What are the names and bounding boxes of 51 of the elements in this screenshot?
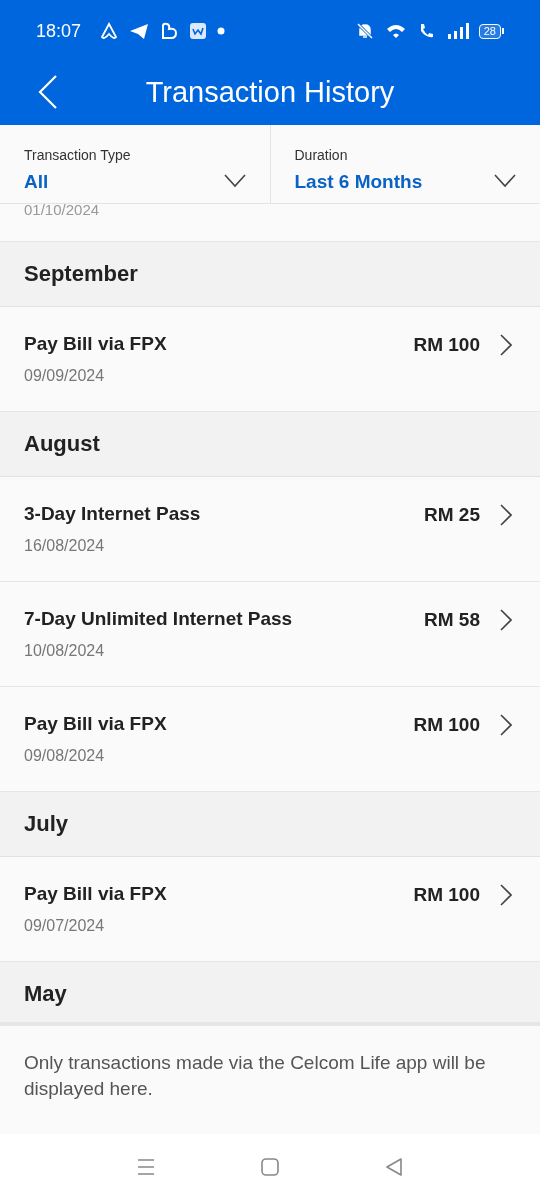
- transaction-amount: RM 100: [413, 714, 480, 736]
- transaction-title: 7-Day Unlimited Internet Pass: [24, 608, 294, 630]
- transaction-title: Pay Bill via FPX: [24, 883, 168, 905]
- transaction-row[interactable]: Pay Bill via FPX 09/08/2024 RM 100: [0, 687, 540, 792]
- transaction-date: 10/08/2024: [24, 642, 106, 660]
- filter-dropdown[interactable]: Transaction Type All: [0, 125, 270, 203]
- dot-icon: [217, 27, 226, 35]
- app-icon: [189, 22, 208, 40]
- transaction-row[interactable]: Pay Bill via FPX 09/09/2024 RM 100: [0, 307, 540, 412]
- info-note: Only transactions made via the Celcom Life app will be displayed here.: [24, 1051, 487, 1101]
- month-heading: September: [24, 261, 138, 287]
- transaction-amount: RM 25: [424, 504, 480, 526]
- month-heading: May: [24, 981, 67, 1007]
- battery-indicator: 28: [478, 23, 504, 39]
- transaction-date: 01/10/2024: [24, 204, 100, 216]
- transaction-title: 3-Day Internet Pass: [24, 503, 202, 525]
- menu-icon: [136, 1157, 156, 1177]
- chevron-down-icon: [223, 174, 246, 188]
- filter-dropdown[interactable]: Duration Last 6 Months: [269, 125, 540, 203]
- chevron-down-icon: [494, 174, 516, 188]
- transaction-date: 09/08/2024: [24, 747, 106, 765]
- transaction-date: 09/07/2024: [24, 917, 106, 935]
- chevron-right-icon: [500, 504, 512, 526]
- nav-back-button[interactable]: [384, 1157, 404, 1177]
- transaction-date: 09/09/2024: [24, 367, 106, 385]
- transaction-date: 16/08/2024: [24, 537, 106, 555]
- chevron-right-icon: [500, 609, 512, 631]
- nav-home-button[interactable]: [260, 1157, 280, 1177]
- transaction-amount: RM 100: [413, 334, 480, 356]
- transaction-row[interactable]: Pay Bill via FPX 09/07/2024 RM 100: [0, 857, 540, 962]
- transaction-amount: RM 58: [424, 609, 480, 631]
- status-time: 18:07: [36, 20, 82, 42]
- bell-muted-icon: [354, 21, 375, 41]
- transaction-row[interactable]: 7-Day Unlimited Internet Pass 10/08/2024 RM 58: [0, 582, 540, 687]
- paper-plane-icon: [129, 21, 150, 41]
- transaction-row[interactable]: 3-Day Internet Pass 16/08/2024 RM 25: [0, 477, 540, 582]
- nav-menu-button[interactable]: [136, 1157, 156, 1177]
- transaction-title: Pay Bill via FPX: [24, 713, 168, 735]
- transaction-amount: RM 100: [413, 884, 480, 906]
- chevron-right-icon: [500, 884, 512, 906]
- month-heading: July: [24, 811, 69, 837]
- a-shape-icon: [99, 21, 120, 41]
- back-icon: [38, 75, 58, 109]
- back-icon: [384, 1157, 404, 1177]
- month-heading: August: [24, 431, 100, 457]
- chevron-right-icon: [500, 714, 512, 736]
- home-icon: [260, 1157, 280, 1177]
- chevron-right-icon: [500, 334, 512, 356]
- transaction-title: Pay Bill via FPX: [24, 333, 168, 355]
- screen-title: Transaction History: [145, 75, 395, 108]
- signal-icon: [446, 22, 469, 40]
